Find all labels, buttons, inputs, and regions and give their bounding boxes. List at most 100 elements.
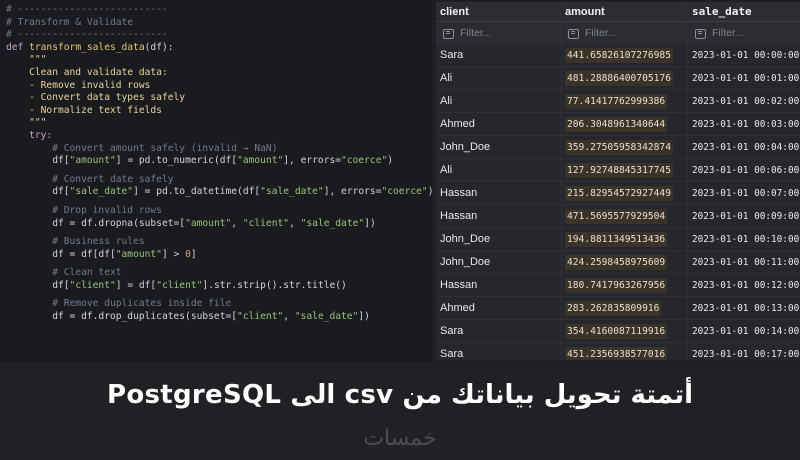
code-line: # Transform & Validate	[6, 17, 432, 30]
column-header-amount[interactable]: amount	[561, 2, 687, 21]
column-header-client[interactable]: client	[436, 2, 561, 21]
code-token: # Clean text	[6, 267, 122, 279]
code-token: df[	[6, 155, 70, 167]
cell-amount: 127.92748845317745	[561, 159, 687, 181]
cell-sale-date: 2023-01-01 00:02:00	[687, 90, 800, 112]
code-token: (df):	[144, 41, 174, 53]
code-line: """	[6, 54, 432, 67]
column-header-sale-date[interactable]: sale_date	[687, 2, 800, 21]
cell-client: John_Doe	[440, 256, 491, 268]
code-line: # --------------------------	[6, 4, 432, 17]
code-line: def transform_sales_data(df):	[6, 42, 432, 55]
table-row[interactable]: John_Doe 359.27505958342874 2023-01-01 00:…	[436, 136, 800, 159]
cell-client: Hassan	[440, 187, 478, 199]
table-row[interactable]: Ali 77.41417762999386 2023-01-01 00:02:00	[436, 90, 800, 113]
cell-sale-date: 2023-01-01 00:12:00	[687, 274, 800, 296]
amount-value: 451.2356938577016	[565, 346, 668, 360]
cell-client: Ahmed	[440, 118, 475, 130]
code-token: # --------------------------	[6, 4, 168, 15]
filter-client[interactable]: Filter...	[436, 22, 561, 43]
table-row[interactable]: Sara 354.4160087119916 2023-01-01 00:14:00	[436, 320, 800, 343]
cell-amount: 180.7417963267956	[561, 274, 687, 296]
code-token: )	[387, 155, 394, 167]
code-token: ] = pd.to_datetime(df[	[133, 186, 261, 198]
filter-row: Filter... Filter... Filter...	[436, 22, 800, 44]
code-line: # Convert date safely	[6, 174, 432, 187]
cell-sale-date: 2023-01-01 00:17:00	[687, 343, 800, 360]
filter-placeholder: Filter...	[460, 26, 492, 39]
code-token: transform_sales_data	[29, 41, 145, 53]
cell-client: John_Doe	[440, 233, 491, 245]
table-row[interactable]: Ahmed 283.262835809916 2023-01-01 00:13:00	[436, 297, 800, 320]
cell-client: Sara	[440, 348, 464, 360]
code-line: # Remove duplicates inside file	[6, 298, 432, 311]
code-token: "client"	[156, 279, 203, 291]
amount-value: 77.41417762999386	[565, 93, 668, 109]
cell-client: Hassan	[440, 279, 478, 291]
code-token: "amount"	[115, 248, 162, 260]
amount-value: 481.28886400705176	[565, 70, 673, 86]
cell-amount: 441.65826107276985	[561, 44, 687, 66]
cell-sale-date: 2023-01-01 00:03:00	[687, 113, 800, 135]
table-row[interactable]: Sara 441.65826107276985 2023-01-01 00:00:0…	[436, 44, 800, 67]
code-token: df = df[df[	[6, 248, 116, 260]
amount-value: 359.27505958342874	[565, 139, 673, 155]
code-line: # --------------------------	[6, 29, 432, 42]
code-token: "amount"	[237, 155, 284, 167]
table-row[interactable]: Ahmed 206.3048961340644 2023-01-01 00:03:0…	[436, 113, 800, 136]
code-token: "client"	[69, 279, 116, 291]
code-token: """	[6, 117, 47, 129]
filter-sale-date[interactable]: Filter...	[687, 22, 800, 43]
brand-logo: خمسات	[363, 426, 437, 451]
table-row[interactable]: Sara 451.2356938577016 2023-01-01 00:17:00	[436, 343, 800, 360]
amount-value: 215.82954572927449	[565, 185, 673, 201]
cell-amount: 451.2356938577016	[561, 343, 687, 360]
amount-value: 283.262835809916	[565, 300, 662, 316]
code-token: def	[6, 41, 30, 53]
cell-sale-date: 2023-01-01 00:11:00	[687, 251, 800, 273]
code-line: try:	[6, 130, 432, 143]
cell-client: Ahmed	[440, 302, 475, 314]
table-row[interactable]: John_Doe 194.8811349513436 2023-01-01 00:1…	[436, 228, 800, 251]
code-token: "client"	[242, 217, 290, 229]
code-token: df = df.drop_duplicates(subset=[	[6, 311, 238, 323]
code-token: # Convert date safely	[6, 173, 174, 185]
code-token: ])	[358, 311, 370, 323]
code-token: """	[6, 54, 47, 66]
code-token: df = df.dropna(subset=[	[6, 217, 186, 229]
code-token: df[	[6, 279, 70, 291]
filter-amount[interactable]: Filter...	[561, 22, 687, 43]
table-row[interactable]: Ali 127.92748845317745 2023-01-01 00:06:00	[436, 159, 800, 182]
filter-placeholder: Filter...	[712, 26, 744, 39]
cell-sale-date: 2023-01-01 00:04:00	[687, 136, 800, 158]
cell-sale-date: 2023-01-01 00:13:00	[687, 297, 800, 319]
cell-amount: 77.41417762999386	[561, 90, 687, 112]
amount-value: 471.5695577929504	[565, 208, 668, 224]
cell-client: Ali	[440, 95, 453, 107]
amount-value: 127.92748845317745	[565, 162, 673, 178]
table-body: Sara 441.65826107276985 2023-01-01 00:00:0…	[436, 44, 800, 360]
code-token: "sale_date"	[300, 217, 365, 229]
amount-value: 180.7417963267956	[565, 277, 668, 293]
table-row[interactable]: Ali 481.28886400705176 2023-01-01 00:01:00	[436, 67, 800, 90]
code-token: try:	[6, 129, 53, 141]
cell-sale-date: 2023-01-01 00:10:00	[687, 228, 800, 250]
table-row[interactable]: Hassan 215.82954572927449 2023-01-01 00:07…	[436, 182, 800, 205]
code-token: - Convert data types safely	[6, 92, 186, 104]
code-token: df[	[6, 186, 70, 198]
code-token: ].str.strip().str.title()	[202, 279, 347, 291]
code-token: "amount"	[185, 217, 232, 229]
table-row[interactable]: John_Doe 424.2598458975609 2023-01-01 00:1…	[436, 251, 800, 274]
code-token: # Drop invalid rows	[6, 204, 162, 216]
data-table: client amount sale_date Filter... Filter…	[436, 2, 800, 360]
code-token: ], errors=	[283, 155, 342, 167]
cell-sale-date: 2023-01-01 00:07:00	[687, 182, 800, 204]
table-row[interactable]: Hassan 180.7417963267956 2023-01-01 00:12:…	[436, 274, 800, 297]
headline: أتمتة تحويل بياناتك من csv الى PostgreSQ…	[106, 380, 694, 410]
table-row[interactable]: Hassan 471.5695577929504 2023-01-01 00:09:…	[436, 205, 800, 228]
code-token: # Remove duplicates inside file	[6, 298, 232, 310]
cell-sale-date: 2023-01-01 00:01:00	[687, 67, 800, 89]
code-token: "client"	[237, 311, 284, 323]
code-line: df["amount"] = pd.to_numeric(df["amount"…	[6, 155, 432, 168]
cell-client: Hassan	[440, 210, 478, 222]
